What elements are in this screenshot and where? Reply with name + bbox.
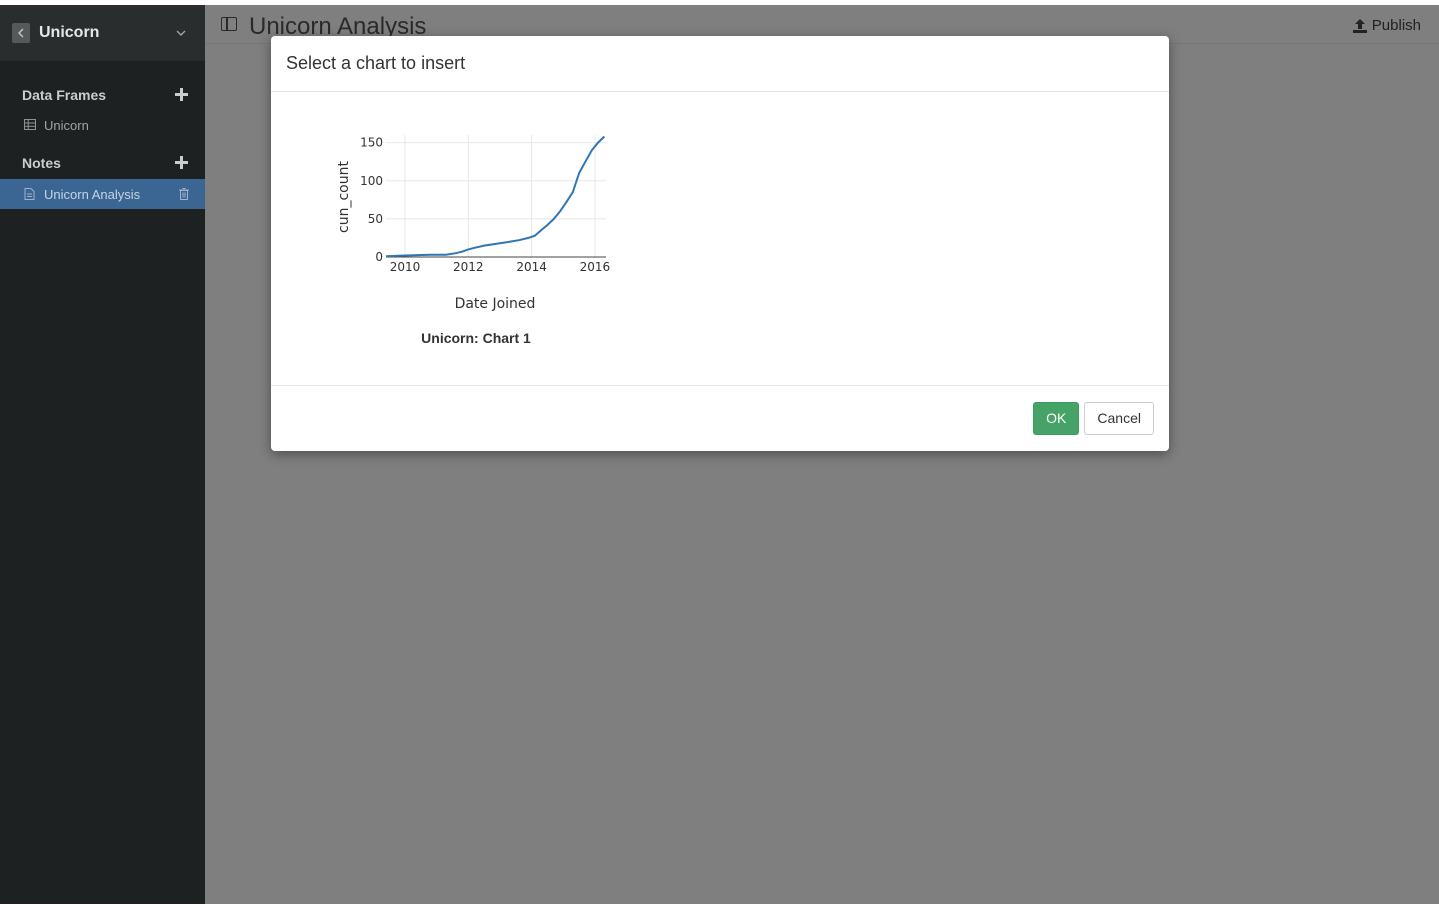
x-tick-label: 2014	[516, 260, 547, 274]
sidebar: Unicorn Data Frames Unicorn Notes Unicor…	[0, 5, 205, 904]
dialog-title: Select a chart to insert	[286, 53, 466, 73]
sidebar-item-unicorn-analysis[interactable]: Unicorn Analysis	[0, 179, 205, 209]
add-note-icon[interactable]	[175, 156, 189, 170]
trash-icon[interactable]	[179, 188, 189, 200]
sidebar-item-label: Unicorn Analysis	[44, 186, 141, 202]
dialog-body: 0 50 100 150 2010 2012 2014 2016 Date Joined cu…	[271, 92, 1169, 386]
back-button[interactable]	[12, 23, 30, 43]
project-menu-toggle[interactable]	[175, 27, 187, 39]
y-tick-label: 0	[375, 250, 383, 264]
document-icon	[24, 188, 36, 200]
chevron-down-icon	[176, 30, 186, 36]
sidebar-header: Unicorn	[0, 5, 205, 61]
chart-ticks: 0 50 100 150 2010 2012 2014 2016	[360, 136, 610, 274]
dialog-footer: OK Cancel	[271, 386, 1169, 450]
x-axis-label: Date Joined	[455, 296, 536, 312]
chart-caption: Unicorn: Chart 1	[421, 330, 531, 346]
y-tick-label: 150	[360, 136, 383, 150]
chevron-left-icon	[18, 28, 24, 38]
chart-option[interactable]: 0 50 100 150 2010 2012 2014 2016 Date Joined cu…	[331, 130, 621, 350]
notes-section: Notes	[0, 152, 205, 174]
add-data-frame-icon[interactable]	[175, 88, 189, 102]
data-frames-section: Data Frames	[0, 84, 205, 106]
table-icon	[24, 119, 36, 131]
dialog-header: Select a chart to insert	[271, 36, 1169, 92]
data-frames-label: Data Frames	[22, 87, 107, 103]
insert-chart-dialog: Select a chart to insert 0 50 100 150 2010 20…	[271, 36, 1169, 451]
sidebar-item-unicorn-data-frame[interactable]: Unicorn	[0, 111, 205, 139]
sidebar-item-label: Unicorn	[44, 117, 89, 133]
notes-label: Notes	[22, 155, 61, 171]
x-tick-label: 2012	[453, 260, 484, 274]
x-tick-label: 2010	[390, 260, 421, 274]
project-title: Unicorn	[39, 24, 100, 41]
y-axis-label: cun_count	[336, 161, 352, 233]
y-tick-label: 100	[360, 174, 383, 188]
chart-grid	[386, 135, 606, 257]
chart-thumbnail: 0 50 100 150 2010 2012 2014 2016 Date Joined cu…	[336, 135, 610, 312]
y-tick-label: 50	[368, 212, 383, 226]
ok-button[interactable]: OK	[1033, 401, 1080, 435]
series-line	[385, 135, 606, 258]
cancel-button[interactable]: Cancel	[1084, 401, 1154, 435]
x-tick-label: 2016	[580, 260, 611, 274]
